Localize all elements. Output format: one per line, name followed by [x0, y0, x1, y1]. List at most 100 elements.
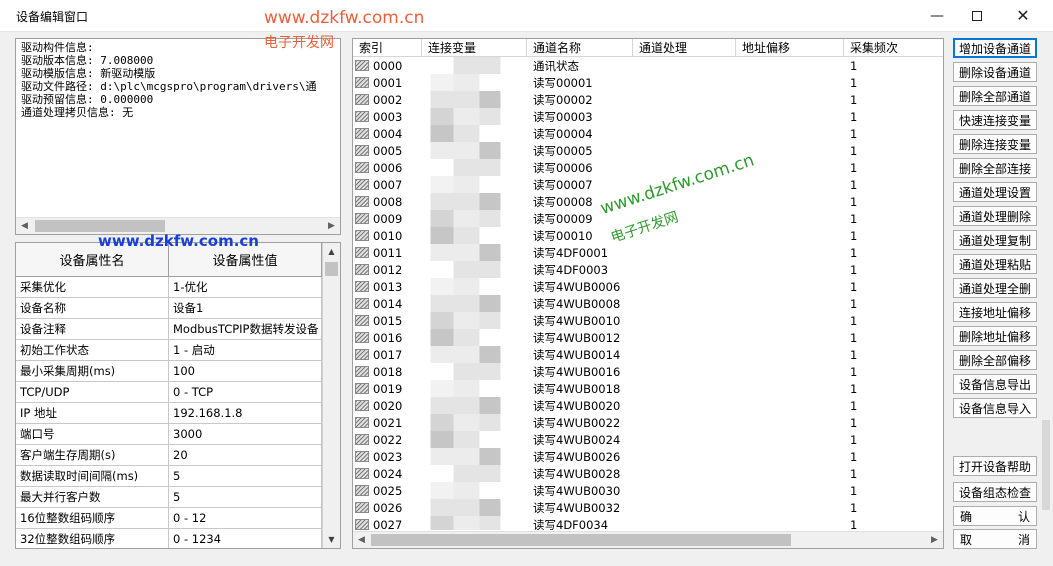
scroll-right-arrow-icon[interactable]: ▶ [323, 218, 340, 234]
table-row[interactable]: 0018 读写4WUB0016 1 [353, 363, 943, 380]
property-value[interactable]: 设备1 [169, 298, 322, 318]
table-row[interactable]: 0001 读写00001 1 [353, 74, 943, 91]
table-row[interactable]: 0009 读写00009 1 [353, 210, 943, 227]
table-row[interactable]: 0023 读写4WUB0026 1 [353, 448, 943, 465]
link-variable-cell[interactable] [422, 448, 527, 465]
property-value[interactable]: 5 [169, 466, 322, 486]
delete-address-offset-button[interactable]: 删除地址偏移 [953, 326, 1037, 346]
link-variable-cell[interactable] [422, 57, 527, 74]
property-row[interactable]: 设备注释 ModbusTCPIP数据转发设备 [16, 319, 322, 340]
link-variable-cell[interactable] [422, 346, 527, 363]
property-value[interactable]: 5 [169, 487, 322, 507]
link-variable-cell[interactable] [422, 363, 527, 380]
property-value[interactable]: 0 - 1234 [169, 529, 322, 548]
add-channel-button[interactable]: 增加设备通道 [953, 38, 1037, 58]
header-index[interactable]: 索引 [353, 39, 422, 56]
delete-all-links-button[interactable]: 删除全部连接 [953, 158, 1037, 178]
link-variable-cell[interactable] [422, 431, 527, 448]
link-variable-cell[interactable] [422, 142, 527, 159]
table-row[interactable]: 0000 通讯状态 1 [353, 57, 943, 74]
channel-process-delete-button[interactable]: 通道处理删除 [953, 206, 1037, 226]
table-row[interactable]: 0003 读写00003 1 [353, 108, 943, 125]
link-address-offset-button[interactable]: 连接地址偏移 [953, 302, 1037, 322]
table-row[interactable]: 0006 读写00006 1 [353, 159, 943, 176]
scroll-right-arrow-icon[interactable]: ▶ [926, 532, 943, 548]
channel-process-copy-button[interactable]: 通道处理复制 [953, 230, 1037, 250]
scroll-thumb[interactable] [371, 534, 791, 546]
link-variable-cell[interactable] [422, 108, 527, 125]
delete-all-offsets-button[interactable]: 删除全部偏移 [953, 350, 1037, 370]
property-value[interactable]: 20 [169, 445, 322, 465]
property-value[interactable]: ModbusTCPIP数据转发设备 [169, 319, 322, 339]
link-variable-cell[interactable] [422, 295, 527, 312]
header-sample-frequency[interactable]: 采集频次 [844, 39, 943, 56]
table-row[interactable]: 0011 读写4DF0001 1 [353, 244, 943, 261]
link-variable-cell[interactable] [422, 329, 527, 346]
scroll-thumb[interactable] [325, 262, 338, 276]
table-row[interactable]: 0025 读写4WUB0030 1 [353, 482, 943, 499]
maximize-icon[interactable] [954, 0, 1000, 31]
link-variable-cell[interactable] [422, 499, 527, 516]
table-row[interactable]: 0027 读写4DF0034 1 [353, 516, 943, 530]
table-row[interactable]: 0020 读写4WUB0020 1 [353, 397, 943, 414]
link-variable-cell[interactable] [422, 380, 527, 397]
header-channel-process[interactable]: 通道处理 [633, 39, 736, 56]
link-variable-cell[interactable] [422, 74, 527, 91]
property-row[interactable]: 数据读取时间间隔(ms) 5 [16, 466, 322, 487]
close-icon[interactable]: ✕ [1000, 0, 1046, 31]
property-row[interactable]: 端口号 3000 [16, 424, 322, 445]
scroll-up-arrow-icon[interactable]: ▲ [323, 243, 340, 260]
delete-link-variable-button[interactable]: 删除连接变量 [953, 134, 1037, 154]
property-row[interactable]: 16位整数组码顺序 0 - 12 [16, 508, 322, 529]
header-link-variable[interactable]: 连接变量 [422, 39, 527, 56]
link-variable-cell[interactable] [422, 244, 527, 261]
link-variable-cell[interactable] [422, 193, 527, 210]
property-row[interactable]: 客户端生存周期(s) 20 [16, 445, 322, 466]
link-variable-cell[interactable] [422, 278, 527, 295]
scroll-left-arrow-icon[interactable]: ◀ [16, 218, 33, 234]
quick-link-variable-button[interactable]: 快速连接变量 [953, 110, 1037, 130]
table-row[interactable]: 0016 读写4WUB0012 1 [353, 329, 943, 346]
property-value[interactable]: 0 - TCP [169, 382, 322, 402]
device-config-check-button[interactable]: 设备组态检查 [953, 482, 1037, 502]
link-variable-cell[interactable] [422, 176, 527, 193]
property-value[interactable]: 1 - 启动 [169, 340, 322, 360]
link-variable-cell[interactable] [422, 210, 527, 227]
table-row[interactable]: 0014 读写4WUB0008 1 [353, 295, 943, 312]
cancel-button[interactable]: 取 消 [953, 529, 1037, 549]
header-address-offset[interactable]: 地址偏移 [736, 39, 844, 56]
link-variable-cell[interactable] [422, 125, 527, 142]
table-row[interactable]: 0012 读写4DF0003 1 [353, 261, 943, 278]
property-value[interactable]: 0 - 12 [169, 508, 322, 528]
link-variable-cell[interactable] [422, 414, 527, 431]
table-row[interactable]: 0005 读写00005 1 [353, 142, 943, 159]
table-row[interactable]: 0013 读写4WUB0006 1 [353, 278, 943, 295]
link-variable-cell[interactable] [422, 159, 527, 176]
property-vertical-scrollbar[interactable]: ▲ ▼ [322, 243, 340, 548]
table-row[interactable]: 0024 读写4WUB0028 1 [353, 465, 943, 482]
link-variable-cell[interactable] [422, 397, 527, 414]
link-variable-cell[interactable] [422, 91, 527, 108]
table-row[interactable]: 0008 读写00008 1 [353, 193, 943, 210]
channel-process-delete-all-button[interactable]: 通道处理全删 [953, 278, 1037, 298]
open-device-help-button[interactable]: 打开设备帮助 [953, 456, 1037, 476]
delete-all-channels-button[interactable]: 删除全部通道 [953, 86, 1037, 106]
link-variable-cell[interactable] [422, 312, 527, 329]
link-variable-cell[interactable] [422, 516, 527, 530]
link-variable-cell[interactable] [422, 227, 527, 244]
property-row[interactable]: 最大并行客户数 5 [16, 487, 322, 508]
table-row[interactable]: 0004 读写00004 1 [353, 125, 943, 142]
confirm-button[interactable]: 确 认 [953, 506, 1037, 526]
property-row[interactable]: 初始工作状态 1 - 启动 [16, 340, 322, 361]
property-value[interactable]: 192.168.1.8 [169, 403, 322, 423]
property-row[interactable]: 最小采集周期(ms) 100 [16, 361, 322, 382]
property-row[interactable]: TCP/UDP 0 - TCP [16, 382, 322, 403]
table-row[interactable]: 0021 读写4WUB0022 1 [353, 414, 943, 431]
link-variable-cell[interactable] [422, 482, 527, 499]
property-value[interactable]: 1-优化 [169, 277, 322, 297]
import-device-info-button[interactable]: 设备信息导入 [953, 398, 1037, 418]
header-channel-name[interactable]: 通道名称 [527, 39, 633, 56]
export-device-info-button[interactable]: 设备信息导出 [953, 374, 1037, 394]
scroll-thumb[interactable] [35, 220, 165, 232]
table-row[interactable]: 0017 读写4WUB0014 1 [353, 346, 943, 363]
